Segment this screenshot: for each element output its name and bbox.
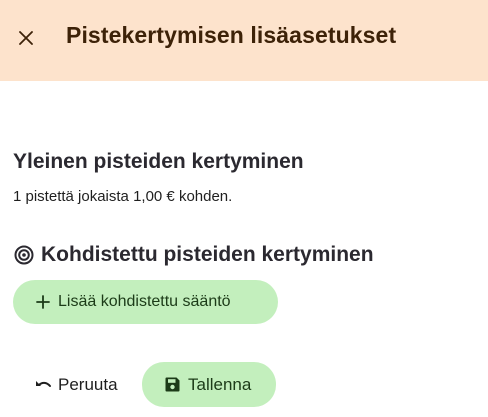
general-accrual-title: Yleinen pisteiden kertyminen (13, 150, 304, 173)
save-button[interactable]: Tallenna (142, 362, 276, 407)
add-targeted-rule-button[interactable]: Lisää kohdistettu sääntö (13, 280, 278, 324)
cancel-button[interactable]: Peruuta (24, 363, 128, 407)
add-targeted-rule-label: Lisää kohdistettu sääntö (58, 293, 231, 310)
save-icon (164, 376, 181, 393)
cancel-label: Peruuta (58, 375, 118, 394)
general-accrual-description: 1 pistettä jokaista 1,00 € kohden. (13, 188, 233, 205)
close-button[interactable] (14, 26, 38, 50)
targeted-accrual-title: Kohdistettu pisteiden kertyminen (41, 243, 374, 266)
target-icon (13, 244, 35, 266)
dialog-title: Pistekertymisen lisäasetukset (66, 22, 397, 48)
undo-icon (34, 376, 52, 394)
save-label: Tallenna (188, 374, 252, 394)
close-icon (19, 31, 33, 45)
plus-icon (36, 295, 50, 309)
targeted-accrual-heading: Kohdistettu pisteiden kertyminen (13, 243, 374, 267)
dialog-header: Pistekertymisen lisäasetukset (0, 0, 488, 81)
